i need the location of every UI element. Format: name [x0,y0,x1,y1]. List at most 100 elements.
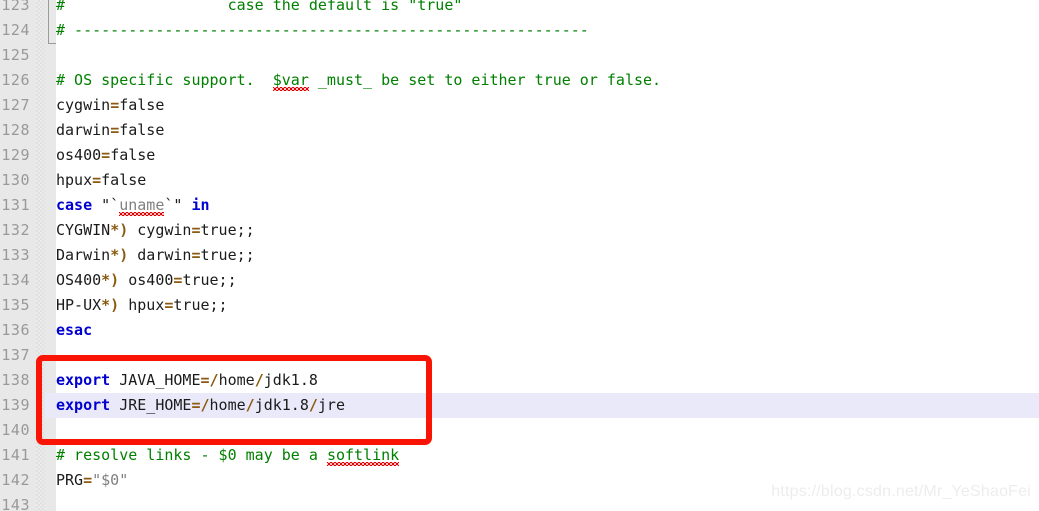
code-line-131[interactable]: 131 case "`uname`" in [0,193,1039,218]
variable-value: false [110,146,156,164]
assign-operator: = [92,171,102,189]
assign-operator: = [191,246,201,264]
code-line-138[interactable]: 138 export JAVA_HOME=/home/jdk1.8 [0,368,1039,393]
variable-name: os400 [56,146,102,164]
case-pattern: Darwin [56,246,111,264]
variable-name: darwin [128,246,192,264]
assign-operator: = [101,146,111,164]
line-number: 129 [1,146,30,164]
keyword-in: in [191,196,210,214]
spellcheck-misspelling: $var [272,71,309,89]
line-number: 128 [1,121,30,139]
line-content[interactable]: PRG="$0" [56,468,128,493]
line-number: 126 [1,71,30,89]
keyword-export: export [56,396,111,414]
string-literal: "$0" [92,471,129,489]
line-content[interactable]: cygwin=false [56,93,164,118]
path-segment: home [218,371,255,389]
line-number: 137 [1,346,30,364]
code-line-139[interactable]: 139 export JRE_HOME=/home/jdk1.8/jre [0,393,1039,418]
assign-operator: = [83,471,93,489]
line-content[interactable]: OS400*) os400=true;; [56,268,237,293]
line-number: 133 [1,246,30,264]
quote-backtick: "` [92,196,120,214]
variable-value: false [119,121,165,139]
case-pattern: CYGWIN [56,221,111,239]
keyword-case: case [56,196,93,214]
line-content[interactable]: esac [56,318,92,343]
code-line-128[interactable]: 128 darwin=false [0,118,1039,143]
code-line-137[interactable]: 137 [0,343,1039,368]
line-content[interactable]: os400=false [56,143,155,168]
variable-name: PRG [56,471,84,489]
case-operator: *) [101,271,120,289]
variable-name: hpux [119,296,165,314]
line-content[interactable]: case "`uname`" in [56,193,210,218]
variable-name: hpux [56,171,93,189]
assign-operator: = [110,121,120,139]
line-number: 134 [1,271,30,289]
code-line-127[interactable]: 127 cygwin=false [0,93,1039,118]
case-pattern: OS400 [56,271,102,289]
variable-name: cygwin [56,96,111,114]
line-content[interactable]: # resolve links - $0 may be a softlink [56,443,399,468]
code-line-135[interactable]: 135 HP-UX*) hpux=true;; [0,293,1039,318]
code-line-140[interactable]: 140 [0,418,1039,443]
line-number: 142 [1,471,30,489]
line-number: 135 [1,296,30,314]
comment-text: _must_ be set to either true or false. [308,71,662,89]
line-content[interactable]: darwin=false [56,118,164,143]
code-editor[interactable]: 123 # case the default is "true" 124 # -… [0,0,1039,511]
variable-value: false [101,171,147,189]
code-line-134[interactable]: 134 OS400*) os400=true;; [0,268,1039,293]
env-variable-name: JRE_HOME [110,396,192,414]
variable-name: cygwin [128,221,192,239]
line-number: 127 [1,96,30,114]
comment-text: # --------------------------------------… [56,21,589,39]
code-line-133[interactable]: 133 Darwin*) darwin=true;; [0,243,1039,268]
line-number: 125 [1,46,30,64]
code-line-123[interactable]: 123 # case the default is "true" [0,0,1039,44]
comment-text: # OS specific support. [56,71,273,89]
line-number: 138 [1,371,30,389]
code-line-126[interactable]: 126 # OS specific support. $var _must_ b… [0,68,1039,93]
code-line-141[interactable]: 141 # resolve links - $0 may be a softli… [0,443,1039,468]
line-number: 131 [1,196,30,214]
variable-value: true;; [173,296,228,314]
line-content[interactable]: HP-UX*) hpux=true;; [56,293,228,318]
code-line-124[interactable]: 124 # ----------------------------------… [0,18,1039,43]
case-operator: *) [110,221,129,239]
line-content[interactable]: hpux=false [56,168,146,193]
variable-value: false [119,96,165,114]
comment-text: # case the default is "true" [56,0,463,14]
code-line-129[interactable]: 129 os400=false [0,143,1039,168]
assign-operator: = [110,96,120,114]
path-separator: / [308,396,318,414]
code-lines[interactable]: 123 # case the default is "true" 124 # -… [0,0,1039,511]
assign-operator: = [200,371,210,389]
line-number: 124 [1,21,30,39]
variable-name: os400 [119,271,174,289]
line-number: 123 [1,0,30,14]
path-segment: jdk1.8 [263,371,318,389]
assign-operator: = [191,396,201,414]
line-content[interactable]: # case the default is "true" [56,0,462,18]
line-content[interactable]: # --------------------------------------… [56,18,589,43]
code-line-132[interactable]: 132 CYGWIN*) cygwin=true;; [0,218,1039,243]
code-line-136[interactable]: 136 esac [0,318,1039,343]
line-content[interactable]: export JAVA_HOME=/home/jdk1.8 [56,368,318,393]
watermark-text: https://blog.csdn.net/Mr_YeShaoFei [771,483,1031,500]
code-line-125[interactable]: 125 [0,43,1039,68]
path-separator: / [200,396,210,414]
line-content[interactable]: Darwin*) darwin=true;; [56,243,255,268]
variable-value: true;; [200,221,255,239]
spellcheck-misspelling: uname [119,196,165,214]
line-content[interactable]: # OS specific support. $var _must_ be se… [56,68,661,93]
line-number: 136 [1,321,30,339]
spellcheck-misspelling: softlink [326,446,400,464]
line-number: 139 [1,396,30,414]
keyword-export: export [56,371,111,389]
line-content[interactable]: export JRE_HOME=/home/jdk1.8/jre [56,393,345,418]
code-line-130[interactable]: 130 hpux=false [0,168,1039,193]
line-content[interactable]: CYGWIN*) cygwin=true;; [56,218,255,243]
